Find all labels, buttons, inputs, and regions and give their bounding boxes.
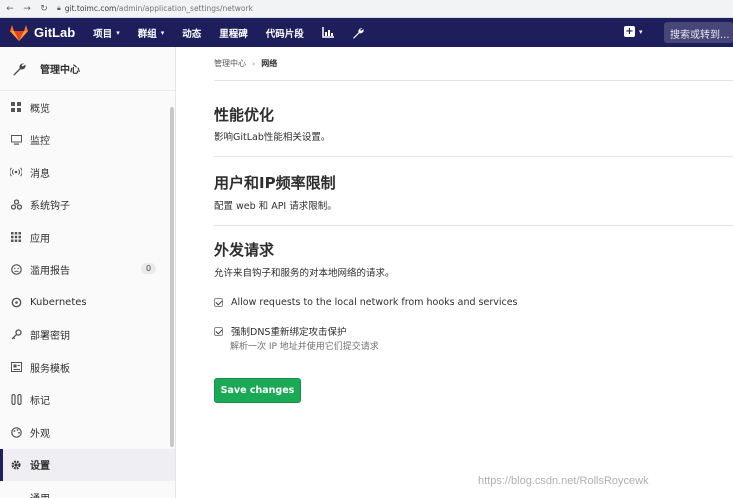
- gitlab-tanuki-icon: [10, 24, 28, 41]
- sidebar-item-label: 系统钩子: [30, 201, 70, 213]
- admin-sidebar: 管理中心 概览 监控 消息 系统钩子 应用 滥用报告 0 Kubernetes …: [0, 47, 176, 498]
- sidebar-item-label: 消息: [30, 168, 50, 180]
- sidebar-item-monitoring[interactable]: 监控: [0, 124, 175, 157]
- new-item-menu[interactable]: + ▾: [624, 26, 643, 37]
- chevron-right-icon: ›: [252, 59, 256, 68]
- nav-activity[interactable]: 动态: [182, 26, 201, 40]
- broadcast-icon: [10, 166, 22, 178]
- sidebar-item-general[interactable]: 通用: [0, 481, 175, 498]
- spacer-icon: [10, 491, 22, 498]
- divider: [214, 156, 733, 157]
- chevron-down-icon: ▾: [639, 27, 643, 36]
- template-icon: [10, 361, 22, 373]
- sidebar-header[interactable]: 管理中心: [0, 47, 175, 91]
- address-bar[interactable]: 🔒︎ git.toimc.com/admin/application_setti…: [57, 4, 253, 13]
- divider: [214, 225, 733, 226]
- main-content: 管理中心 › 网络 性能优化 影响GitLab性能相关设置。 用户和IP频率限制…: [177, 47, 733, 498]
- sidebar-item-settings[interactable]: 设置: [0, 448, 175, 481]
- sidebar-item-label: 概览: [30, 103, 50, 115]
- top-navbar: GitLab 项目 ▾ 群组 ▾ 动态 里程碑 代码片段 + ▾ 搜索或转到..…: [0, 18, 733, 47]
- back-icon[interactable]: ←: [3, 4, 17, 14]
- sidebar-item-service-templates[interactable]: 服务模板: [0, 351, 175, 384]
- appearance-icon: [10, 426, 22, 438]
- breadcrumb-parent[interactable]: 管理中心: [214, 58, 246, 69]
- allow-local-requests-checkbox[interactable]: [214, 298, 223, 307]
- key-icon: [10, 329, 22, 341]
- sidebar-item-abuse-reports[interactable]: 滥用报告 0: [0, 254, 175, 287]
- reload-icon[interactable]: ↻: [37, 4, 51, 14]
- label-icon: [10, 394, 22, 406]
- apps-icon: [10, 231, 22, 243]
- nav-groups[interactable]: 群组 ▾: [138, 26, 165, 40]
- hook-icon: [10, 199, 22, 211]
- sidebar-item-label: 外观: [30, 428, 50, 440]
- dns-rebind-help: 解析一次 IP 地址并使用它们提交请求: [230, 342, 379, 352]
- section-title-outbound: 外发请求: [214, 241, 275, 259]
- nav-projects-label: 项目: [93, 28, 113, 40]
- sidebar-item-system-hooks[interactable]: 系统钩子: [0, 189, 175, 222]
- sidebar-item-label: 部署密钥: [30, 331, 70, 343]
- save-changes-button[interactable]: Save changes: [214, 378, 301, 403]
- sidebar-item-label: 标记: [30, 396, 50, 408]
- breadcrumb-current: 网络: [261, 59, 278, 68]
- nav-snippets[interactable]: 代码片段: [266, 26, 304, 40]
- sidebar-item-label: 应用: [30, 233, 50, 245]
- allow-local-requests-option[interactable]: Allow requests to the local network from…: [214, 297, 518, 308]
- browser-toolbar: ← → ↻ 🔒︎ git.toimc.com/admin/application…: [0, 0, 733, 18]
- count-badge: 0: [141, 262, 157, 274]
- wrench-icon: [13, 62, 26, 75]
- sidebar-item-applications[interactable]: 应用: [0, 221, 175, 254]
- settings-icon: [10, 459, 22, 471]
- gitlab-logo[interactable]: GitLab: [10, 24, 76, 41]
- chevron-down-icon: ▾: [116, 28, 120, 37]
- sidebar-item-label: 滥用报告: [30, 266, 70, 278]
- brand-name: GitLab: [34, 25, 76, 40]
- abuse-icon: [10, 264, 22, 276]
- section-desc-rate-limits: 配置 web 和 API 请求限制。: [214, 201, 337, 212]
- breadcrumb: 管理中心 › 网络: [214, 58, 277, 69]
- allow-local-requests-label[interactable]: Allow requests to the local network from…: [231, 297, 518, 308]
- sidebar-item-label: 设置: [30, 461, 50, 473]
- sidebar-scrollbar[interactable]: [170, 107, 174, 447]
- watermark-text: https://blog.csdn.net/RollsRoycewk: [478, 475, 649, 487]
- chevron-down-icon: ▾: [160, 28, 165, 37]
- chart-icon[interactable]: [322, 27, 334, 38]
- dns-rebind-label[interactable]: 强制DNS重新绑定攻击保护: [231, 324, 346, 338]
- dns-rebind-checkbox[interactable]: [214, 326, 223, 336]
- dns-rebind-option[interactable]: 强制DNS重新绑定攻击保护: [214, 324, 346, 338]
- section-desc-performance: 影响GitLab性能相关设置。: [214, 132, 331, 143]
- sidebar-item-label: 通用: [30, 490, 50, 498]
- wrench-icon[interactable]: [352, 27, 364, 39]
- sidebar-item-messages[interactable]: 消息: [0, 156, 175, 189]
- monitor-icon: [10, 134, 22, 146]
- section-title-performance: 性能优化: [214, 106, 275, 124]
- section-title-rate-limits: 用户和IP频率限制: [214, 174, 336, 192]
- sidebar-item-label: Kubernetes: [30, 296, 87, 308]
- plus-icon: +: [624, 26, 635, 37]
- sidebar-item-kubernetes[interactable]: Kubernetes: [0, 286, 175, 319]
- sidebar-item-label: 监控: [30, 136, 50, 148]
- nav-groups-label: 群组: [137, 28, 157, 40]
- overview-icon: [10, 101, 22, 113]
- sidebar-item-appearance[interactable]: 外观: [0, 416, 175, 449]
- sidebar-title: 管理中心: [40, 65, 80, 76]
- divider: [214, 80, 733, 81]
- lock-icon: 🔒︎: [57, 4, 61, 12]
- url-path: /admin/application_settings/network: [116, 4, 253, 13]
- section-desc-outbound: 允许来自钩子和服务的对本地网络的请求。: [214, 268, 395, 279]
- forward-icon[interactable]: →: [20, 4, 34, 14]
- nav-milestones[interactable]: 里程碑: [219, 26, 248, 40]
- sidebar-item-overview[interactable]: 概览: [0, 91, 175, 124]
- sidebar-item-labels[interactable]: 标记: [0, 384, 175, 417]
- search-input[interactable]: 搜索或转到...: [664, 22, 733, 43]
- kubernetes-icon: [10, 296, 22, 308]
- sidebar-item-label: 服务模板: [30, 363, 70, 375]
- sidebar-item-deploy-keys[interactable]: 部署密钥: [0, 319, 175, 352]
- url-host: git.toimc.com: [64, 4, 117, 13]
- nav-projects[interactable]: 项目 ▾: [93, 26, 120, 40]
